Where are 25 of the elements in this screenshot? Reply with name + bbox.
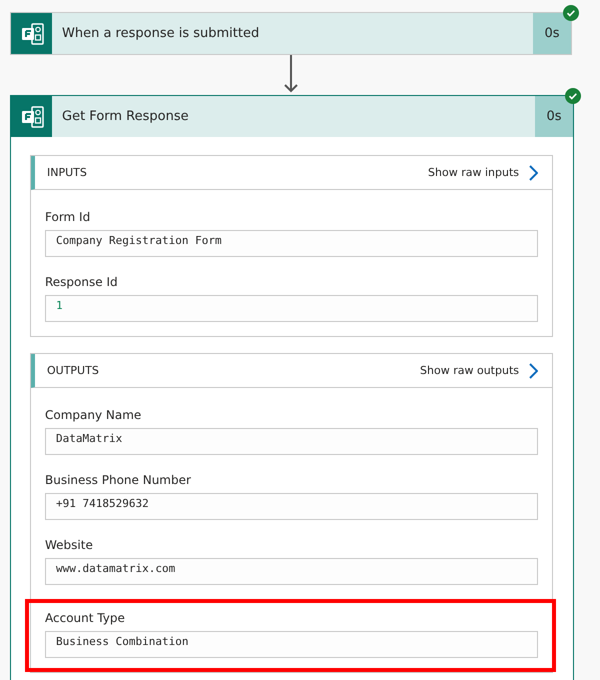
field-label: Response Id [45,275,119,289]
step-header[interactable]: When a response is submitted 0s [11,13,571,54]
chevron-right-icon [528,362,538,378]
field-label: Form Id [45,210,92,224]
value-field: Business Combination [45,631,538,658]
connector-arrow [284,55,298,93]
value-field: DataMatrix [45,428,538,455]
value-field: www.datamatrix.com [45,558,538,585]
section-title: INPUTS [47,166,87,179]
field-label: Business Phone Number [45,473,192,487]
value-field: +91 7418529632 [45,493,538,520]
field-label: Account Type [45,611,126,625]
raw-link[interactable]: Show raw outputs [420,362,538,378]
field-label: Company Name [45,408,142,422]
duration-badge: 0s [535,96,573,137]
value-field: 1 [45,295,538,322]
section-title: OUTPUTS [47,364,99,377]
step-title: When a response is submitted [61,26,260,41]
step-title: Get Form Response [61,109,190,124]
field-label: Website [45,538,94,552]
chevron-right-icon [528,164,538,180]
raw-link[interactable]: Show raw inputs [428,164,538,180]
step-header[interactable]: Get Form Response 0s [11,96,573,137]
value-field: Company Registration Form [45,230,538,257]
duration-badge: 0s [533,13,571,54]
